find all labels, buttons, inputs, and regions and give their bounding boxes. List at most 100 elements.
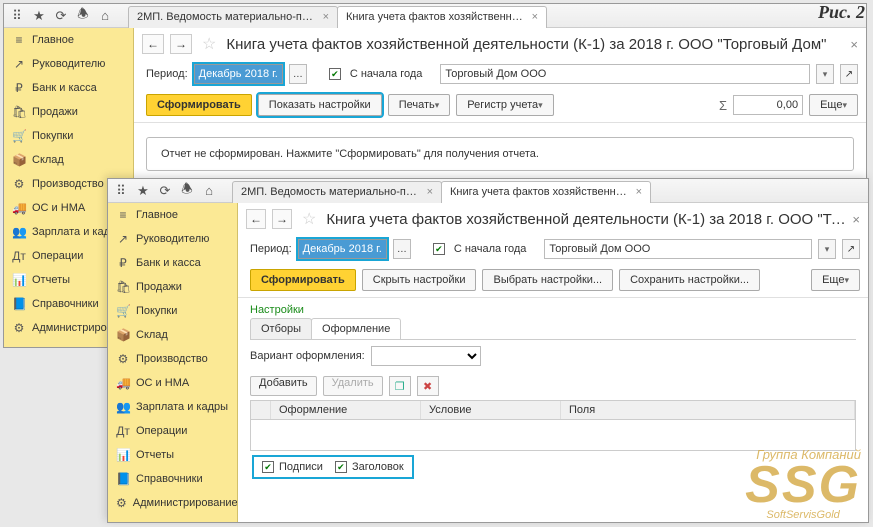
sidebar-item-purchases[interactable]: 🛒Покупки [4,124,133,148]
add-button[interactable]: Добавить [250,376,317,396]
home-icon[interactable]: ⌂ [202,184,216,198]
more-button[interactable]: Еще [811,269,860,291]
menu-icon: ≡ [116,208,130,222]
star-icon[interactable]: ★ [136,184,150,198]
close-icon[interactable]: × [532,11,538,23]
period-input[interactable]: Декабрь 2018 г. [298,239,387,259]
sidebar-item-operations[interactable]: ДтОперации [108,419,237,443]
sidebar-item-reports[interactable]: 📊 Отчеты [108,443,237,467]
delete-button[interactable]: Удалить [323,376,383,396]
sidebar-item-label: Отчеты [136,449,174,461]
close-icon[interactable]: × [636,186,642,198]
subtab-filters[interactable]: Отборы [250,318,312,339]
tab-label: Книга учета фактов хозяйственной… [450,186,630,198]
star-outline-icon[interactable]: ☆ [302,209,316,229]
sidebar-item-bank[interactable]: ₽Банк и касса [108,251,237,275]
sidebar-item-purchases[interactable]: 🛒Покупки [108,299,237,323]
from-begin-year-checkbox[interactable] [329,68,341,80]
org-open-button[interactable]: ↗ [842,239,860,259]
history-icon[interactable]: ⟳ [158,184,172,198]
variant-select[interactable] [371,346,481,366]
bag-icon: 🛍 [116,280,130,294]
close-icon[interactable]: × [323,11,329,23]
grid-col-format: Оформление [271,401,421,419]
sidebar-item-main[interactable]: ≡Главное [4,28,133,52]
grid-body[interactable] [251,420,855,450]
org-dropdown-button[interactable] [816,64,834,84]
dt-icon: Дт [12,249,26,263]
period-picker-button[interactable]: … [289,64,307,84]
save-settings-button[interactable]: Сохранить настройки... [619,269,760,291]
sidebar-item-main[interactable]: ≡ Главное [108,203,237,227]
show-settings-button[interactable]: Показать настройки [258,94,382,116]
bell-icon[interactable]: 🕭 [76,9,90,23]
org-open-button[interactable]: ↗ [840,64,858,84]
sidebar-item-warehouse[interactable]: 📦Склад [108,323,237,347]
header-checkbox[interactable] [335,461,347,473]
apps-icon[interactable]: ⠿ [10,9,24,23]
history-icon[interactable]: ⟳ [54,9,68,23]
period-picker-button[interactable]: … [393,239,411,259]
tab-vedomost[interactable]: 2МП. Ведомость материально-про… × [232,181,442,203]
sigma-icon: Σ [719,98,727,113]
star-outline-icon[interactable]: ☆ [202,34,216,54]
sidebar-item-label: Главное [136,209,178,221]
people-icon: 👥 [12,225,26,239]
org-dropdown-button[interactable] [818,239,836,259]
sidebar-item-sales[interactable]: 🛍Продажи [4,100,133,124]
sidebar-item-label: Продажи [32,106,78,118]
book-icon: 📘 [12,297,26,311]
home-icon[interactable]: ⌂ [98,9,112,23]
copy-icon[interactable]: ❐ [389,376,411,396]
sidebar-item-warehouse[interactable]: 📦Склад [4,148,133,172]
sum-field[interactable]: 0,00 [733,95,803,115]
tab-kniga[interactable]: Книга учета фактов хозяйственной… × [441,181,651,203]
box-icon: 📦 [116,328,130,342]
forward-button[interactable]: → [272,209,292,229]
signatures-checkbox[interactable] [262,461,274,473]
sidebar-item-salary[interactable]: 👥Зарплата и кадры [108,395,237,419]
sidebar-item-manager[interactable]: ↗Руководителю [4,52,133,76]
close-icon[interactable]: × [427,186,433,198]
form-button[interactable]: Сформировать [250,269,356,291]
hide-settings-button[interactable]: Скрыть настройки [362,269,477,291]
tab-kniga[interactable]: Книга учета фактов хозяйственной дея… × [337,6,547,28]
sidebar-item-sales[interactable]: 🛍Продажи [108,275,237,299]
from-begin-year-checkbox[interactable] [433,243,445,255]
back-button[interactable]: ← [246,209,266,229]
period-input[interactable]: Декабрь 2018 г. [194,64,283,84]
sidebar-item-label: Администрирование [133,497,238,509]
report-icon: 📊 [116,448,130,462]
close-icon[interactable]: × [852,212,860,227]
tab-vedomost[interactable]: 2МП. Ведомость материально-производств… … [128,6,338,28]
chart-icon: ↗ [12,57,26,71]
sidebar-item-bank[interactable]: ₽Банк и касса [4,76,133,100]
forward-button[interactable]: → [170,34,192,54]
more-button[interactable]: Еще [809,94,858,116]
organization-field[interactable]: Торговый Дом ООО [544,239,812,259]
period-label: Период: [250,243,292,255]
box-icon: 📦 [12,153,26,167]
print-button[interactable]: Печать [388,94,451,116]
sidebar-item-admin[interactable]: ⚙ Администрирование [108,491,237,515]
close-icon[interactable]: × [850,37,858,52]
sidebar-item-directories[interactable]: 📘Справочники [108,467,237,491]
clear-icon[interactable]: ✖ [417,376,439,396]
back-button[interactable]: ← [142,34,164,54]
organization-field[interactable]: Торговый Дом ООО [440,64,810,84]
gear-icon: ⚙ [116,496,127,510]
apps-icon[interactable]: ⠿ [114,184,128,198]
sidebar-item-os-nma[interactable]: 🚚ОС и НМА [108,371,237,395]
sidebar-item-production[interactable]: ⚙Производство [108,347,237,371]
sidebar-item-label: Администриро [32,322,107,334]
subtab-format[interactable]: Оформление [311,318,401,339]
form-button[interactable]: Сформировать [146,94,252,116]
registry-button[interactable]: Регистр учета [456,94,553,116]
sidebar-item-label: Банк и касса [136,257,201,269]
sidebar-item-manager[interactable]: ↗Руководителю [108,227,237,251]
sidebar-item-label: Справочники [32,298,99,310]
star-icon[interactable]: ★ [32,9,46,23]
titlebar: ⠿ ★ ⟳ 🕭 ⌂ 2МП. Ведомость материально-про… [108,179,868,203]
bell-icon[interactable]: 🕭 [180,184,194,198]
select-settings-button[interactable]: Выбрать настройки... [482,269,613,291]
